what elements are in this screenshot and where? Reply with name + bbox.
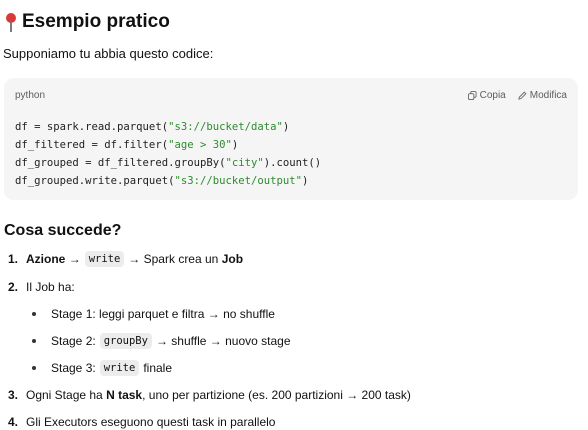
heading-text: Esempio pratico (22, 11, 170, 32)
heading-esempio-pratico: Esempio pratico (5, 10, 582, 34)
edit-button[interactable]: Modifica (518, 90, 567, 101)
inline-code: write (84, 251, 125, 267)
sub-list-item: Stage 3: write finale (8, 359, 578, 377)
inline-code: write (99, 360, 140, 376)
pencil-icon (518, 91, 527, 100)
code-block: python Copia Modifica df = spark.read.pa… (4, 78, 578, 200)
pushpin-icon (5, 12, 17, 32)
code-block-header: python Copia Modifica (15, 87, 567, 103)
list-item: 2. Il Job ha: (8, 280, 75, 294)
code-language-label: python (15, 89, 46, 101)
chat-response: Esempio pratico Supponiamo tu abbia ques… (0, 10, 588, 430)
heading-cosa-succede: Cosa succede? (4, 222, 122, 239)
code-line: df_filtered = df.filter("age > 30") (15, 139, 239, 151)
bullet-icon (32, 312, 36, 316)
sub-list-item: Stage 2: groupBy → shuffle → nuovo stage (8, 332, 578, 350)
copy-button[interactable]: Copia (467, 89, 506, 101)
code-actions: Copia Modifica (467, 89, 567, 101)
list-item: 3. Ogni Stage ha N task, uno per partizi… (8, 388, 411, 402)
code-line: df = spark.read.parquet("s3://bucket/dat… (15, 121, 290, 133)
inline-code: groupBy (99, 333, 152, 349)
copy-label: Copia (479, 89, 506, 101)
list-item: 4. Gli Executors eseguono questi task in… (8, 415, 276, 429)
copy-icon (467, 90, 477, 100)
code-line: df_grouped = df_filtered.groupBy("city")… (15, 157, 322, 169)
intro-text: Supponiamo tu abbia questo codice: (3, 46, 214, 61)
edit-label: Modifica (529, 89, 567, 101)
code-line: df_grouped.write.parquet("s3://bucket/ou… (15, 175, 309, 187)
steps-list: 1. Azione → write → Spark crea un Job 2.… (8, 250, 578, 430)
list-item: 1. Azione → write → Spark crea un Job (8, 251, 244, 267)
bullet-icon (32, 366, 36, 370)
code-content: df = spark.read.parquet("s3://bucket/dat… (15, 118, 321, 190)
bullet-icon (32, 339, 36, 343)
sub-list-item: Stage 1: leggi parquet e filtra → no shu… (8, 305, 578, 323)
